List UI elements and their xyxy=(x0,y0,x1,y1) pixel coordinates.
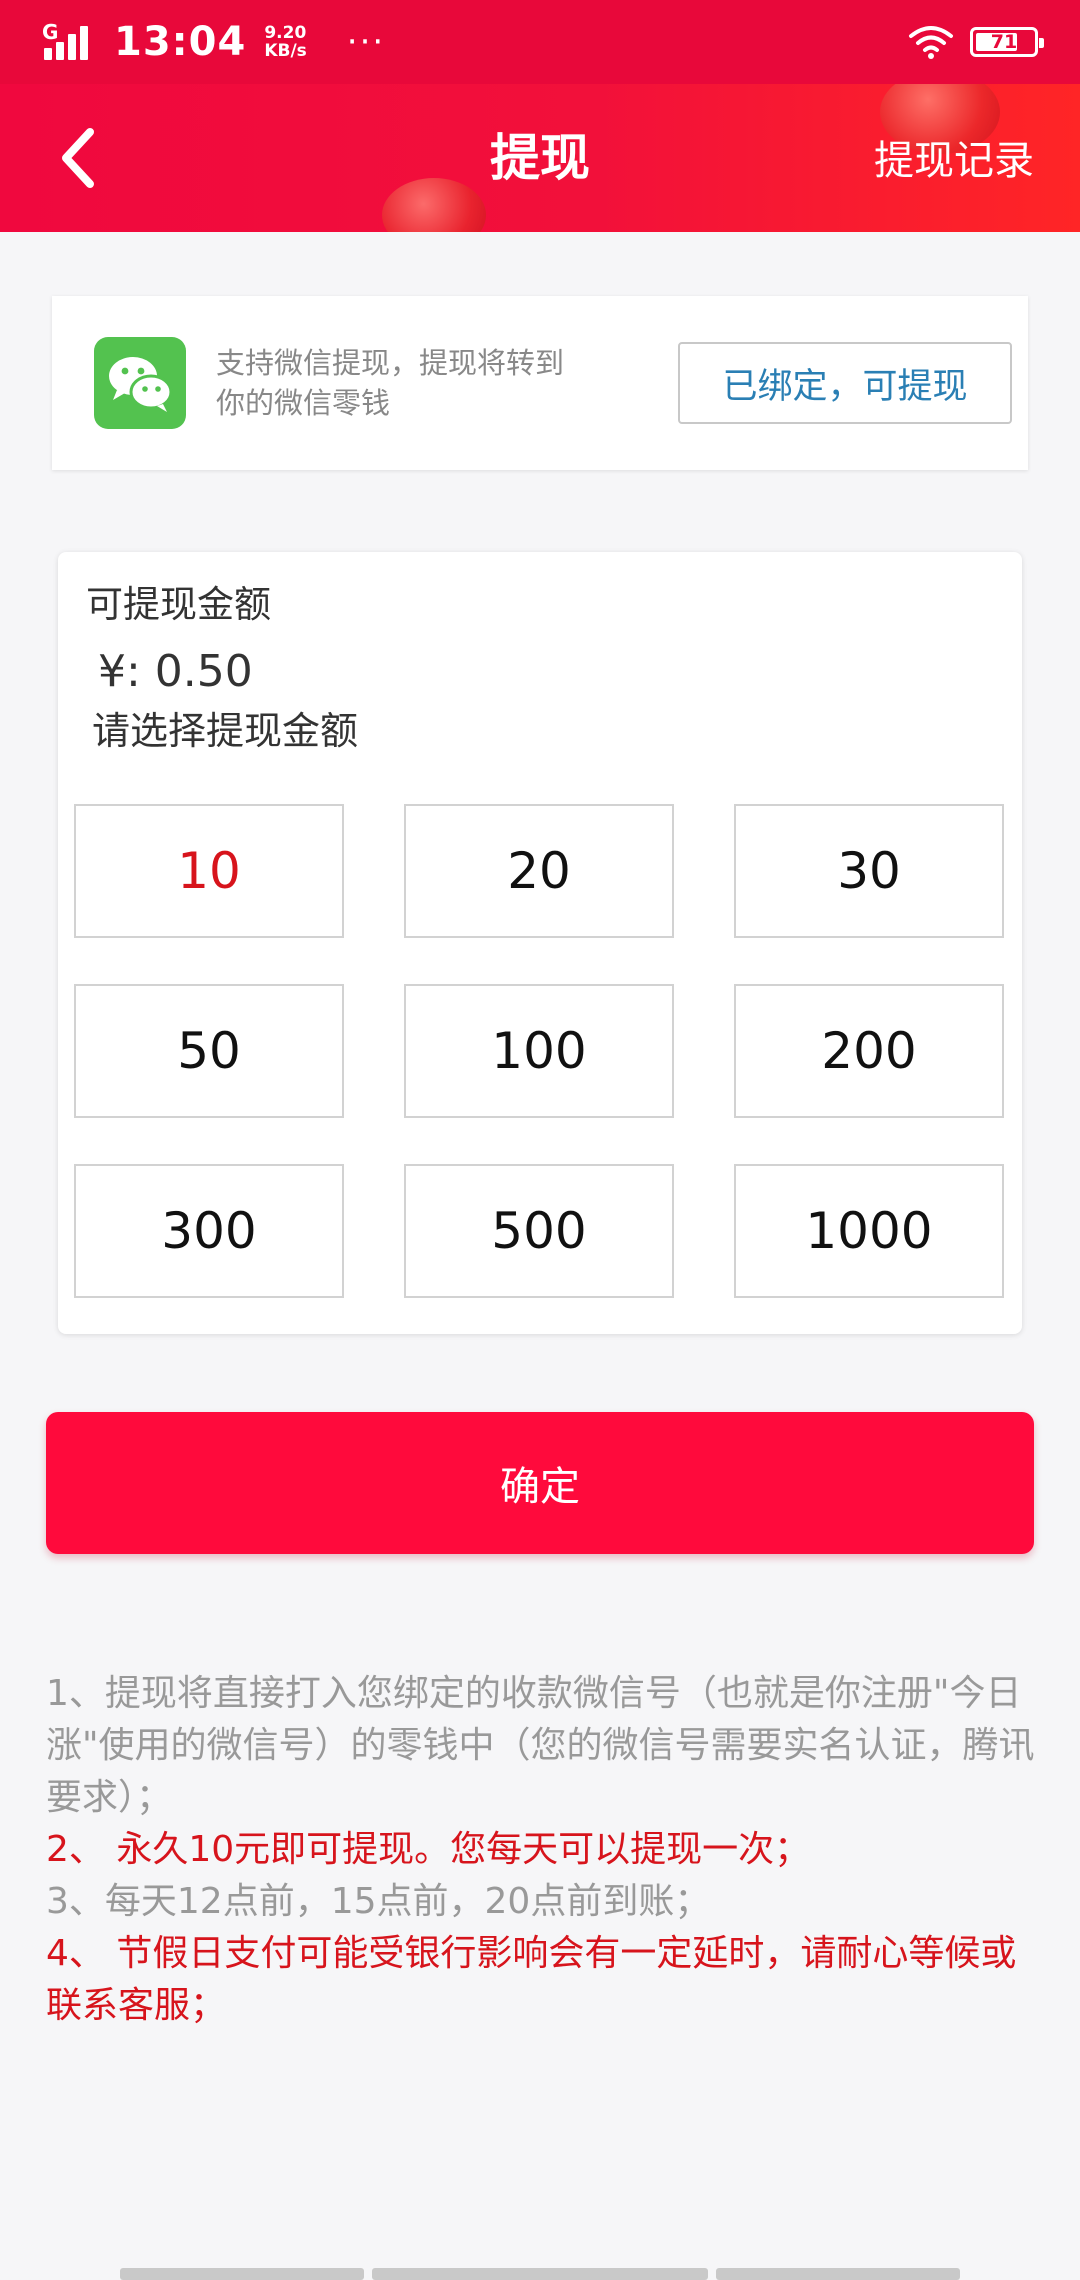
amount-option-100[interactable]: 100 xyxy=(404,984,674,1118)
amount-option-30[interactable]: 30 xyxy=(734,804,1004,938)
withdraw-history-link[interactable]: 提现记录 xyxy=(874,128,1034,186)
note-3: 3、每天12点前，15点前，20点前到账； xyxy=(46,1881,711,1922)
amount-option-300[interactable]: 300 xyxy=(74,1164,344,1298)
status-bar: G 13:04 9.20 KB/s ··· 71 xyxy=(0,0,1080,84)
note-4: 4、 节假日支付可能受银行影响会有一定延时，请耐心等候或联系客服； xyxy=(46,1933,1017,2026)
bottom-bar-segment xyxy=(716,2268,960,2280)
note-2: 2、 永久10元即可提现。您每天可以提现一次； xyxy=(46,1829,811,1870)
wechat-icon xyxy=(94,337,186,429)
note-1: 1、提现将直接打入您绑定的收款微信号（也就是你注册"今日涨"使用的微信号）的零钱… xyxy=(46,1673,1035,1818)
network-speed-value: 9.20 xyxy=(264,23,307,43)
amount-option-20[interactable]: 20 xyxy=(404,804,674,938)
bottom-bar-segment xyxy=(372,2268,708,2280)
amount-option-10[interactable]: 10 xyxy=(74,804,344,938)
decorative-coin xyxy=(382,178,486,232)
available-amount-label: 可提现金额 xyxy=(86,583,271,626)
confirm-button[interactable]: 确定 xyxy=(46,1412,1034,1554)
wifi-icon xyxy=(909,26,953,59)
status-time: 13:04 xyxy=(114,19,247,65)
battery-icon: 71 xyxy=(970,27,1044,57)
amount-option-1000[interactable]: 1000 xyxy=(734,1164,1004,1298)
more-notifications-icon: ··· xyxy=(346,22,386,62)
withdraw-amount-card: 可提现金额 ¥: 0.50 请选择提现金额 10 20 30 50 100 20… xyxy=(58,552,1022,1334)
back-arrow-icon xyxy=(62,128,94,188)
top-app-bar: 提现 提现记录 xyxy=(0,84,1080,232)
amount-option-200[interactable]: 200 xyxy=(734,984,1004,1118)
signal-icon: G xyxy=(42,20,100,62)
status-right: 71 xyxy=(908,24,1044,60)
amount-option-500[interactable]: 500 xyxy=(404,1164,674,1298)
network-speed: 9.20 KB/s xyxy=(264,24,306,60)
wechat-description: 支持微信提现，提现将转到你的微信零钱 xyxy=(216,346,565,420)
withdraw-screen: G 13:04 9.20 KB/s ··· 71 提现 提现记录 支持微信提现，… xyxy=(0,0,1080,2280)
available-balance: ¥: 0.50 xyxy=(98,646,253,697)
back-button[interactable] xyxy=(48,120,108,196)
choose-amount-label: 请选择提现金额 xyxy=(92,709,359,753)
network-type: G xyxy=(42,20,59,44)
battery-level: 71 xyxy=(990,31,1018,53)
wechat-bind-card: 支持微信提现，提现将转到你的微信零钱 已绑定，可提现 xyxy=(52,296,1028,470)
wechat-bind-status-button[interactable]: 已绑定，可提现 xyxy=(678,342,1012,424)
amount-option-50[interactable]: 50 xyxy=(74,984,344,1118)
withdraw-notes: 1、提现将直接打入您绑定的收款微信号（也就是你注册"今日涨"使用的微信号）的零钱… xyxy=(46,1668,1036,2032)
amount-options-grid: 10 20 30 50 100 200 300 500 1000 xyxy=(74,804,1004,1316)
status-left: G 13:04 9.20 KB/s ··· xyxy=(42,19,385,65)
bottom-bar-segment xyxy=(120,2268,364,2280)
network-speed-unit: KB/s xyxy=(264,41,307,61)
